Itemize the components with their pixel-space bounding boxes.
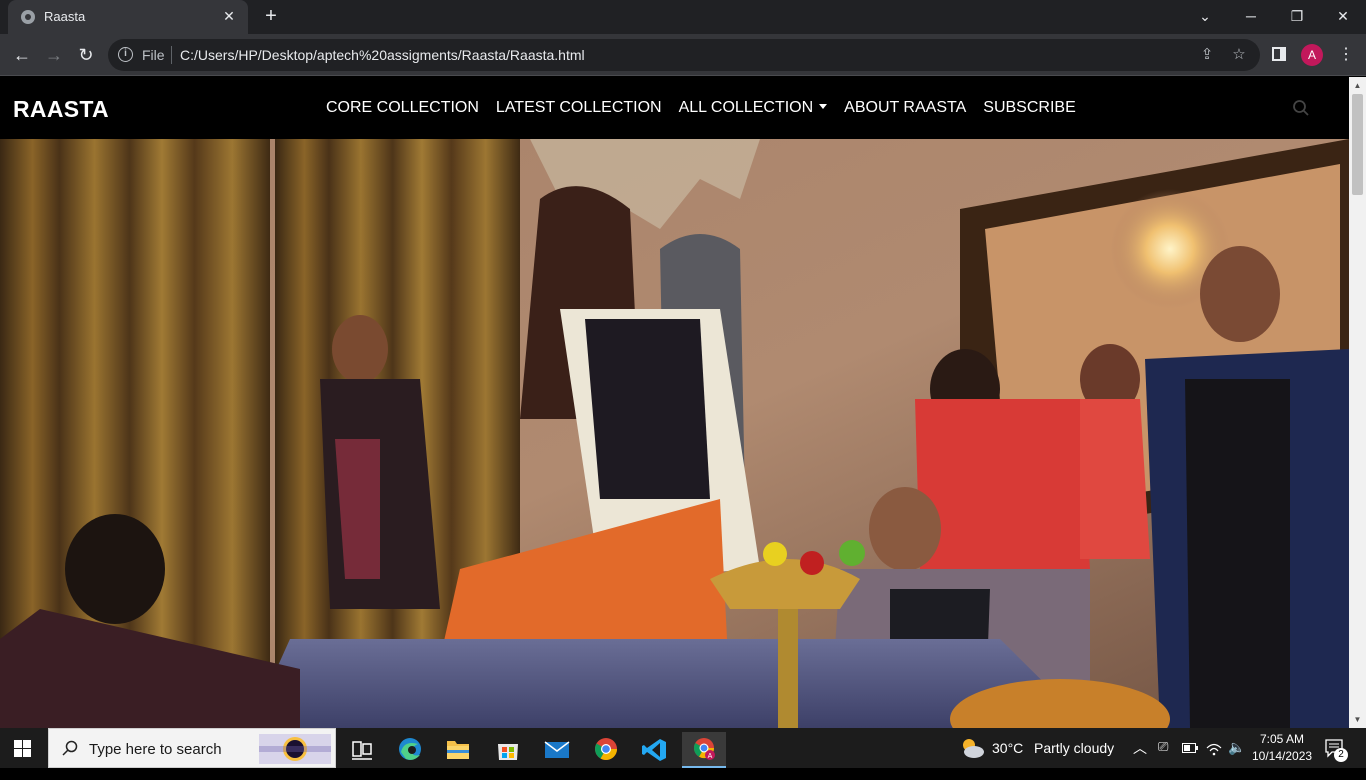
clock-time: 7:05 AM [1259,732,1305,746]
nav-about-raasta[interactable]: ABOUT RAASTA [844,99,966,117]
file-explorer-icon[interactable] [436,732,480,768]
bookmark-star-icon[interactable]: ☆ [1230,46,1248,64]
nav-core-collection[interactable]: CORE COLLECTION [326,99,479,117]
show-hidden-icons-chevron-icon[interactable]: ︿ [1133,738,1147,778]
tab-close-icon[interactable]: ✕ [220,7,238,25]
back-button[interactable]: ← [9,43,35,67]
browser-tab[interactable]: Raasta ✕ [8,0,248,34]
weather-description[interactable]: Partly cloudy [1034,740,1114,780]
microsoft-store-icon[interactable] [486,732,530,768]
chrome-icon[interactable] [584,732,628,768]
vscode-icon[interactable] [633,732,677,768]
site-info-icon[interactable]: i [118,47,133,62]
chrome-profile-active-icon[interactable]: A [682,732,726,768]
taskbar-search-box[interactable]: Type here to search [48,728,336,768]
windows-start-icon[interactable] [14,740,31,757]
new-tab-button[interactable]: + [260,5,282,27]
browser-toolbar: ← → ↻ i File C:/Users/HP/Desktop/aptech%… [0,34,1366,76]
wifi-icon[interactable] [1206,740,1222,756]
scheme-label: File [142,47,165,63]
clock-date: 10/14/2023 [1252,749,1313,763]
notification-count-badge: 2 [1334,748,1348,762]
nav-all-collection-label: ALL COLLECTION [678,99,814,116]
taskbar-clock[interactable]: 7:05 AM 10/14/2023 [1252,731,1312,765]
restore-button[interactable]: ❐ [1274,4,1320,28]
omnibox-divider [171,46,172,64]
globe-icon [21,10,35,24]
scroll-up-arrow-icon[interactable]: ▲ [1349,77,1366,94]
profile-avatar[interactable]: A [1301,44,1323,66]
site-navbar: RAASTA CORE COLLECTION LATEST COLLECTION… [0,77,1349,139]
tab-title: Raasta [44,9,86,24]
search-highlight-eclipse-icon [259,734,331,764]
battery-icon[interactable] [1182,742,1198,754]
hero-image [0,139,1349,728]
main-nav: CORE COLLECTION LATEST COLLECTION ALL CO… [326,99,1093,117]
weather-temperature[interactable]: 30°C [992,740,1023,780]
address-bar[interactable]: i File C:/Users/HP/Desktop/aptech%20assi… [108,39,1260,71]
url-text[interactable]: C:/Users/HP/Desktop/aptech%20assigments/… [180,47,585,63]
site-logo[interactable]: RAASTA [13,96,109,123]
reload-button[interactable]: ↻ [73,43,99,67]
partly-cloudy-weather-icon[interactable] [958,736,986,760]
svg-text:A: A [708,753,713,760]
forward-button[interactable]: → [41,43,67,67]
side-panel-icon[interactable] [1272,47,1286,61]
browser-menu-icon[interactable]: ⋮ [1336,45,1356,65]
close-window-button[interactable]: ✕ [1320,4,1366,28]
taskbar-search-placeholder: Type here to search [89,741,222,758]
task-view-icon[interactable] [340,732,384,768]
scroll-down-arrow-icon[interactable]: ▼ [1349,711,1366,728]
minimize-button[interactable]: ─ [1228,4,1274,28]
edge-browser-icon[interactable] [388,732,432,768]
web-page: RAASTA CORE COLLECTION LATEST COLLECTION… [0,77,1349,728]
share-icon[interactable]: ⇪ [1198,46,1216,64]
tab-search-icon[interactable]: ⌄ [1182,4,1228,28]
scrollbar-thumb[interactable] [1352,94,1363,195]
nav-latest-collection[interactable]: LATEST COLLECTION [496,99,662,117]
nav-subscribe[interactable]: SUBSCRIBE [983,99,1075,117]
page-scrollbar[interactable]: ▲ ▼ [1349,77,1366,728]
windows-taskbar: Type here to search A 30°C Partly cloudy… [0,728,1366,768]
nav-all-collection[interactable]: ALL COLLECTION [679,99,828,117]
mail-icon[interactable] [535,732,579,768]
volume-icon[interactable]: 🔈 [1228,739,1245,779]
search-icon [62,740,78,756]
caret-down-icon [819,104,828,109]
search-icon[interactable] [1292,99,1310,117]
browser-tab-strip: Raasta ✕ + ⌄ ─ ❐ ✕ [0,0,1366,34]
meet-now-icon[interactable]: ⎚ [1158,739,1168,779]
